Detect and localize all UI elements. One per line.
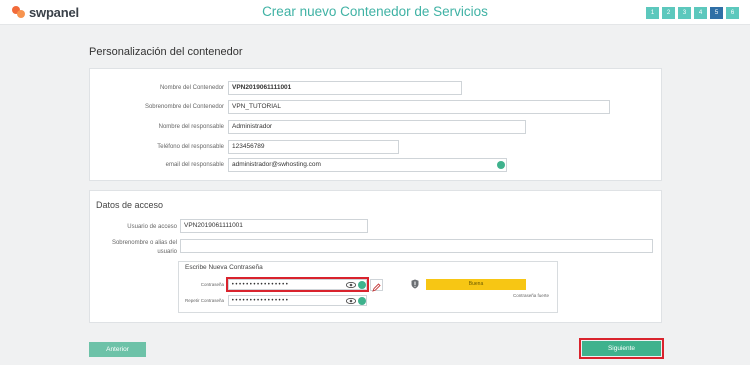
step-2: 2: [662, 7, 675, 19]
step-6: 6: [726, 7, 739, 19]
container-nickname-input[interactable]: VPN_TUTORIAL: [228, 100, 610, 114]
owner-email-label: email del responsable: [165, 162, 224, 168]
owner-phone-input[interactable]: 123456789: [228, 140, 399, 154]
pencil-icon: [372, 283, 381, 292]
password-label: Contraseña: [200, 282, 224, 287]
logo-text: swpanel: [29, 4, 79, 20]
container-name-input[interactable]: VPN2019061111001: [228, 81, 462, 95]
shield-icon: [411, 279, 419, 289]
logo-icon: [12, 5, 26, 19]
step-5-current: 5: [710, 7, 723, 19]
show-password-icon[interactable]: [346, 282, 356, 288]
container-name-label: Nombre del Contenedor: [159, 85, 224, 91]
step-indicator: 1 2 3 4 5 6: [646, 7, 739, 19]
alias-input[interactable]: [180, 239, 653, 253]
step-3: 3: [678, 7, 691, 19]
owner-phone-label: Teléfono del responsable: [157, 144, 224, 150]
owner-name-input[interactable]: Administrador: [228, 120, 526, 134]
logo[interactable]: swpanel: [12, 4, 79, 20]
repeat-password-label: Repetir Contraseña: [184, 298, 224, 303]
show-repeat-password-icon[interactable]: [346, 298, 356, 304]
top-bar: swpanel Crear nuevo Contenedor de Servic…: [0, 0, 750, 25]
previous-button[interactable]: Anterior: [89, 342, 146, 357]
generate-password-button[interactable]: [370, 279, 383, 292]
access-heading: Datos de acceso: [96, 200, 164, 210]
username-input[interactable]: VPN2019061111001: [180, 219, 368, 233]
step-4: 4: [694, 7, 707, 19]
owner-email-input[interactable]: administrador@swhosting.com: [228, 158, 507, 172]
owner-name-label: Nombre del responsable: [158, 124, 224, 130]
repeat-password-valid-icon: [358, 297, 366, 305]
page-title: Crear nuevo Contenedor de Servicios: [262, 4, 488, 19]
new-password-title: Escribe Nueva Contraseña: [185, 264, 263, 271]
password-valid-icon: [358, 281, 366, 289]
section-heading: Personalización del contenedor: [89, 46, 243, 58]
next-button-highlight: [579, 338, 664, 359]
password-strength-label: Contraseña fuerte: [513, 293, 550, 298]
container-nickname-label: Sobrenombre del Contenedor: [144, 104, 224, 110]
email-valid-icon: [497, 161, 505, 169]
username-label: Usuario de acceso: [127, 224, 177, 230]
alias-label: Sobrenombre o alias del usuario: [111, 240, 177, 255]
password-strength-bar: Buena: [426, 279, 526, 290]
step-1: 1: [646, 7, 659, 19]
